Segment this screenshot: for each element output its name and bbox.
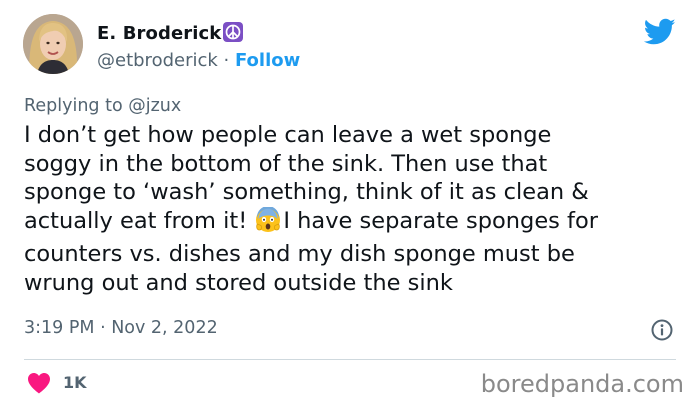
author-display-name[interactable]: E. Broderick bbox=[97, 23, 221, 44]
tweet-line: wrung out and stored outside the sink bbox=[24, 269, 453, 296]
follow-button[interactable]: Follow bbox=[235, 50, 300, 71]
author-handle[interactable]: @etbroderick bbox=[97, 50, 218, 71]
tweet-line: counters vs. dishes and my dish sponge m… bbox=[24, 241, 575, 267]
handle-separator: · bbox=[217, 50, 235, 71]
divider bbox=[24, 359, 676, 360]
replying-to-label: Replying to bbox=[24, 96, 129, 116]
tweet-line: soggy in the bottom of the sink. Then us… bbox=[24, 150, 548, 177]
face-screaming-in-fear-icon bbox=[255, 205, 281, 241]
boredpanda-watermark: boredpanda.com bbox=[480, 370, 684, 398]
author-handle-line: @etbroderick · Follow bbox=[97, 50, 300, 71]
tweet-line-part: actually eat from it! bbox=[24, 207, 255, 234]
tweet-line-part: I have separate sponges for bbox=[283, 207, 598, 234]
heart-icon[interactable] bbox=[27, 372, 51, 394]
twitter-bird-icon[interactable] bbox=[643, 18, 676, 46]
tweet-timestamp[interactable]: 3:19 PM · Nov 2, 2022 bbox=[24, 318, 218, 338]
tweet-line: I don’t get how people can leave a wet s… bbox=[24, 122, 552, 148]
replying-to: Replying to @jzux bbox=[24, 96, 181, 116]
author-name[interactable]: E. Broderick bbox=[97, 22, 244, 47]
tweet-line: sponge to ‘wash’ something, think of it … bbox=[24, 179, 589, 205]
tweet-line-with-emoji: actually eat from it! I have separate sp… bbox=[24, 205, 598, 241]
peace-symbol-icon bbox=[223, 22, 244, 47]
reply-mention-link[interactable]: @jzux bbox=[128, 96, 181, 116]
avatar-photo bbox=[23, 14, 83, 74]
info-icon[interactable] bbox=[650, 318, 674, 342]
avatar[interactable] bbox=[23, 14, 83, 74]
like-count[interactable]: 1K bbox=[63, 373, 87, 392]
tweet-text: I don’t get how people can leave a wet s… bbox=[24, 121, 598, 297]
